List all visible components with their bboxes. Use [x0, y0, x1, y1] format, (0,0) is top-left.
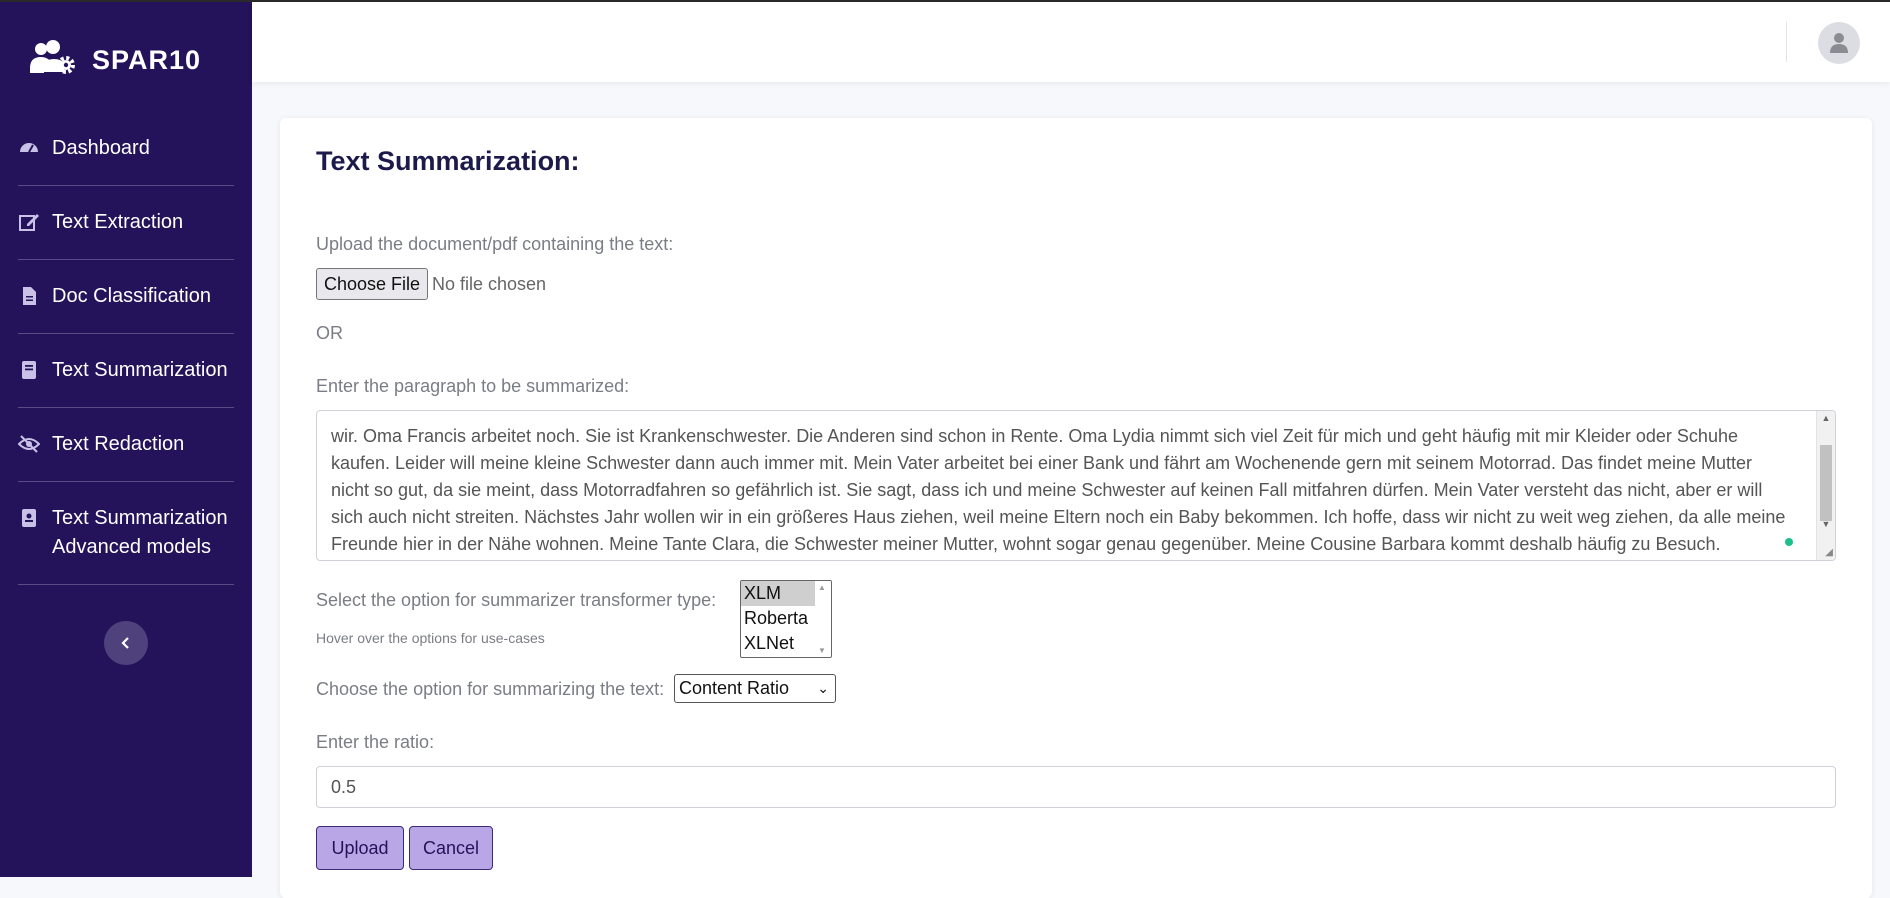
transformer-hint: Hover over the options for use-cases [316, 630, 545, 646]
file-icon [23, 287, 36, 305]
paragraph-line: nicht so gut, da sie meint, dass Motorra… [331, 480, 1763, 500]
scroll-up-icon[interactable]: ▲ [818, 583, 826, 592]
transformer-label: Select the option for summarizer transfo… [316, 590, 717, 610]
or-separator: OR [316, 323, 343, 343]
ratio-label: Enter the ratio: [316, 732, 435, 752]
brand-name: SPAR10 [92, 44, 202, 75]
book-icon [22, 361, 36, 379]
no-file-text: No file chosen [432, 274, 547, 294]
summarize-option-select[interactable]: Content Ratio ⌄ [674, 674, 836, 703]
sidebar-item-text-redaction[interactable]: Text Redaction [18, 408, 234, 482]
grammar-checker-icon[interactable] [1785, 538, 1793, 546]
sidebar-item-dashboard[interactable]: Dashboard [18, 118, 234, 186]
sidebar-nav: Dashboard Text Extraction Doc Classifica… [18, 118, 234, 585]
sidebar-item-label: Text Extraction [52, 211, 184, 233]
chevron-left-icon [121, 637, 129, 649]
paragraph-label: Enter the paragraph to be summarized: [316, 376, 630, 396]
sidebar-item-label: Doc Classification [52, 285, 211, 307]
scrollbar-thumb[interactable] [1820, 445, 1832, 521]
sidebar-collapse-button[interactable] [104, 621, 148, 665]
sidebar-item-text-summarization[interactable]: Text Summarization [18, 334, 234, 408]
scroll-down-icon[interactable]: ▼ [1817, 519, 1835, 533]
page-title: Text Summarization: [316, 146, 580, 176]
edit-icon [19, 214, 39, 231]
sidebar-item-text-summarization-advanced[interactable]: Text Summarization Advanced models [18, 482, 234, 585]
listbox-scrollbar[interactable]: ▲ ▼ [815, 581, 831, 657]
user-icon [1830, 33, 1848, 53]
textarea-scrollbar[interactable]: ▲ ▼ [1816, 411, 1835, 560]
scroll-down-icon[interactable]: ▼ [818, 646, 826, 655]
summarize-option-value: Content Ratio [679, 678, 790, 698]
paragraph-line: Freunde hier in der Nähe wohnen. Meine T… [331, 534, 1721, 554]
paragraph-line: sich auch nicht streiten. Nächstes Jahr … [331, 507, 1786, 527]
sidebar-item-doc-classification[interactable]: Doc Classification [18, 260, 234, 334]
speedometer-icon [20, 143, 38, 153]
sidebar-item-label: Dashboard [52, 137, 150, 159]
sidebar-item-text-extraction[interactable]: Text Extraction [18, 186, 234, 260]
transformer-listbox[interactable]: XLM Roberta XLNet ▲ ▼ [740, 580, 832, 658]
paragraph-text: wir. Oma Francis arbeitet noch. Sie ist … [331, 411, 1793, 558]
summarize-option-label: Choose the option for summarizing the te… [316, 679, 665, 699]
user-avatar-button[interactable] [1818, 22, 1860, 64]
sidebar-item-label: Text Summarization [52, 359, 228, 381]
users-cog-icon [28, 39, 78, 81]
brand[interactable]: SPAR10 [28, 39, 202, 81]
topbar-divider [1786, 22, 1787, 62]
upload-button[interactable]: Upload [316, 826, 404, 870]
choose-file-button[interactable]: Choose File [316, 268, 428, 300]
upload-label: Upload the document/pdf containing the t… [316, 234, 674, 254]
sidebar: SPAR10 Dashboard Text Extraction Doc Cla… [0, 2, 252, 877]
chevron-down-icon: ⌄ [817, 680, 829, 696]
paragraph-line: kaufen. Leider will meine kleine Schwest… [331, 453, 1753, 473]
ratio-input[interactable]: 0.5 [316, 766, 1836, 808]
paragraph-line: wir. Oma Francis arbeitet noch. Sie ist … [331, 426, 1738, 446]
scroll-up-icon[interactable]: ▲ [1817, 413, 1835, 427]
sidebar-item-label: Text Summarization Advanced models [52, 507, 228, 558]
paragraph-textarea[interactable]: wir. Oma Francis arbeitet noch. Sie ist … [316, 410, 1836, 561]
topbar [252, 2, 1890, 82]
cancel-button[interactable]: Cancel [409, 826, 493, 870]
eye-slash-icon [18, 435, 40, 453]
sidebar-item-label: Text Redaction [52, 433, 185, 455]
summarization-card: Text Summarization: Upload the document/… [280, 118, 1872, 898]
resize-handle-icon[interactable]: ◢ [1825, 547, 1833, 558]
